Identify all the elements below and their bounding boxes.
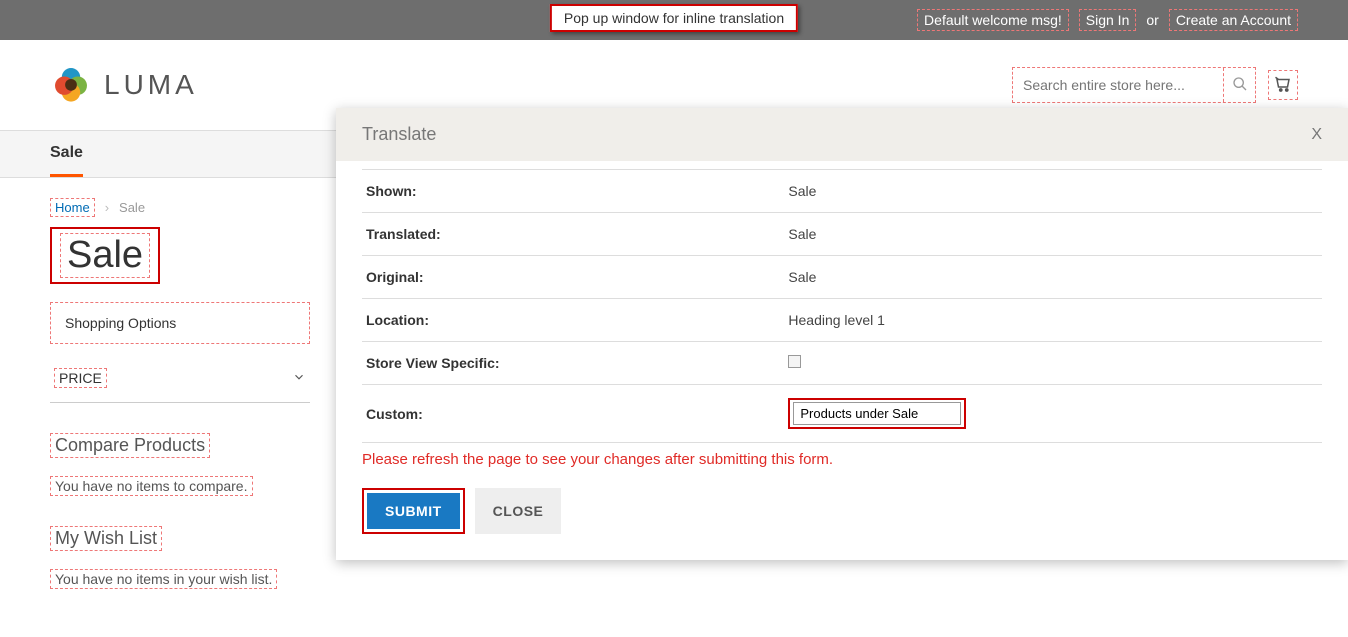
translate-form-table: Shown: Sale Translated: Sale Original: S…	[362, 169, 1322, 443]
custom-input[interactable]	[793, 402, 961, 425]
row-translated: Translated: Sale	[362, 213, 1322, 256]
shopping-options-heading: Shopping Options	[50, 302, 310, 344]
cart-button[interactable]	[1268, 70, 1298, 100]
label-original: Original:	[362, 256, 784, 299]
cart-icon	[1274, 75, 1292, 96]
wishlist-heading: My Wish List	[50, 526, 162, 551]
filter-price[interactable]: PRICE	[50, 354, 310, 403]
create-account-link[interactable]: Create an Account	[1169, 9, 1298, 31]
label-translated: Translated:	[362, 213, 784, 256]
row-custom: Custom:	[362, 385, 1322, 443]
annotation-caption: Pop up window for inline translation	[550, 4, 798, 32]
close-button[interactable]: CLOSE	[475, 488, 562, 534]
value-translated: Sale	[784, 213, 1322, 256]
breadcrumb: Home › Sale	[50, 198, 310, 217]
label-custom: Custom:	[362, 385, 784, 443]
compare-products-heading: Compare Products	[50, 433, 210, 458]
value-original: Sale	[784, 256, 1322, 299]
nav-item-sale[interactable]: Sale	[50, 132, 83, 177]
row-shown: Shown: Sale	[362, 170, 1322, 213]
label-storeview: Store View Specific:	[362, 342, 784, 385]
logo-icon	[50, 63, 92, 108]
page-title-highlight: Sale	[50, 227, 160, 284]
modal-title: Translate	[362, 124, 436, 145]
search-input[interactable]	[1013, 69, 1223, 101]
translate-modal: Translate X Shown: Sale Translated: Sale…	[336, 108, 1348, 560]
modal-close-icon[interactable]: X	[1311, 126, 1322, 144]
storeview-checkbox[interactable]	[788, 355, 801, 368]
filter-price-label: PRICE	[54, 368, 107, 388]
top-bar: Pop up window for inline translation Def…	[0, 0, 1348, 40]
breadcrumb-current: Sale	[119, 200, 145, 215]
search-box	[1012, 67, 1256, 103]
row-storeview: Store View Specific:	[362, 342, 1322, 385]
compare-empty-text: You have no items to compare.	[50, 476, 253, 496]
search-button[interactable]	[1223, 68, 1255, 102]
refresh-note: Please refresh the page to see your chan…	[362, 451, 1322, 468]
chevron-right-icon: ›	[105, 200, 109, 215]
submit-highlight: SUBMIT	[362, 488, 465, 534]
wishlist-empty-text: You have no items in your wish list.	[50, 569, 277, 589]
custom-input-highlight	[788, 398, 966, 429]
or-text: or	[1146, 12, 1158, 28]
value-location: Heading level 1	[784, 299, 1322, 342]
row-original: Original: Sale	[362, 256, 1322, 299]
welcome-message: Default welcome msg!	[917, 9, 1069, 31]
brand-text: LUMA	[104, 69, 198, 101]
submit-button[interactable]: SUBMIT	[367, 493, 460, 529]
label-shown: Shown:	[362, 170, 784, 213]
page-title: Sale	[67, 234, 143, 277]
chevron-down-icon	[292, 370, 306, 387]
sign-in-link[interactable]: Sign In	[1079, 9, 1137, 31]
label-location: Location:	[362, 299, 784, 342]
search-icon	[1232, 76, 1248, 95]
row-location: Location: Heading level 1	[362, 299, 1322, 342]
logo[interactable]: LUMA	[50, 63, 198, 108]
value-shown: Sale	[784, 170, 1322, 213]
breadcrumb-home[interactable]: Home	[50, 198, 95, 217]
